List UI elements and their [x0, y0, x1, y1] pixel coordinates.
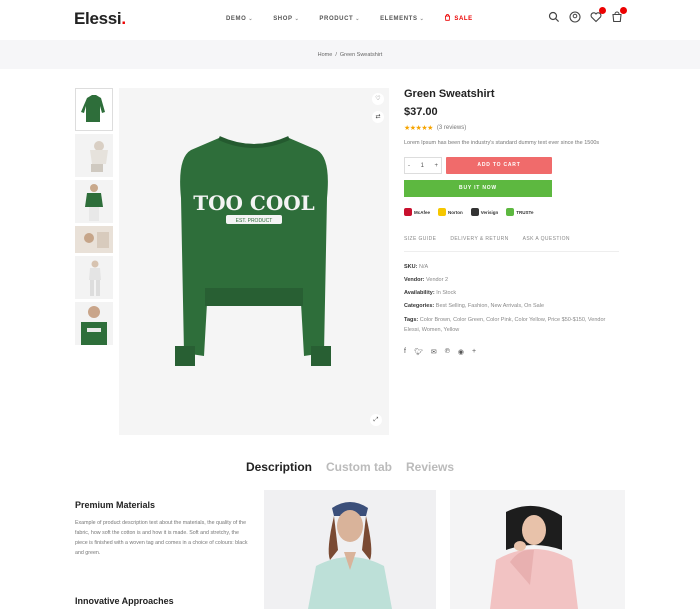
main-nav: DEMO ⌄ SHOP ⌄ PRODUCT ⌄ ELEMENTS ⌄ SALE	[226, 13, 493, 23]
qty-value[interactable]: 1	[421, 163, 424, 169]
header-actions	[548, 7, 627, 23]
product-info: Green Sweatshirt $37.00 ★★★★★ (3 reviews…	[404, 88, 619, 356]
chevron-down-icon: ⌄	[355, 15, 361, 22]
product-tabs: Description Custom tab Reviews	[0, 460, 700, 474]
thumbnail-6[interactable]	[75, 302, 113, 345]
wishlist-badge	[599, 7, 606, 14]
lifestyle-photo-2	[450, 490, 625, 609]
product-short-description: Lorem Ipsum has been the industry's stan…	[404, 140, 600, 146]
ask-question-link[interactable]: ASK A QUESTION	[523, 236, 570, 242]
compare-icon[interactable]: ⇄	[372, 111, 384, 123]
print-main-text: TOO COOL	[193, 191, 315, 215]
sale-bag-icon	[444, 13, 451, 23]
quantity-stepper[interactable]: - 1 +	[404, 157, 442, 174]
tab-description[interactable]: Description	[246, 460, 312, 474]
more-icon[interactable]: +	[472, 348, 476, 356]
cart-icon[interactable]	[611, 7, 627, 23]
breadcrumb-home[interactable]: Home	[318, 52, 333, 58]
thumbnail-1[interactable]	[75, 88, 113, 131]
user-icon[interactable]	[569, 10, 581, 23]
meta-vendor: Vendor: Vendor 2	[404, 277, 449, 283]
verisign-badge: Verisign	[470, 208, 498, 216]
nav-item-elements[interactable]: ELEMENTS ⌄	[380, 14, 424, 23]
add-to-cart-button[interactable]: ADD TO CART	[446, 157, 552, 174]
description-paragraph-1: Example of product description text abou…	[75, 520, 248, 556]
meta-tags: Tags: Color Brown, Color Green, Color Pi…	[404, 317, 606, 333]
heart-icon[interactable]	[590, 7, 606, 23]
thumbnail-2[interactable]	[75, 134, 113, 177]
product-rating: ★★★★★ (3 reviews)	[404, 124, 619, 132]
breadcrumb-bar: Home / Green Sweatshirt	[0, 40, 700, 69]
add-to-cart-row: - 1 + ADD TO CART	[404, 157, 619, 174]
print-sub-text: EST. PRODUCT	[236, 218, 273, 224]
norton-badge: Norton	[438, 208, 463, 216]
product-meta: SKU: N/A Vendor: Vendor 2 Availability: …	[404, 261, 619, 335]
nav-item-product[interactable]: PRODUCT ⌄	[319, 14, 360, 23]
review-count[interactable]: (3 reviews)	[437, 125, 466, 131]
buy-now-button[interactable]: BUY IT NOW	[404, 180, 552, 197]
chevron-down-icon: ⌄	[294, 15, 300, 22]
breadcrumb: Home / Green Sweatshirt	[317, 52, 383, 58]
tab-reviews[interactable]: Reviews	[406, 460, 454, 474]
delivery-return-link[interactable]: DELIVERY & RETURN	[450, 236, 508, 242]
site-header: Elessi. DEMO ⌄ SHOP ⌄ PRODUCT ⌄ ELEMENTS ⌄ S…	[0, 0, 700, 40]
description-heading-2: Innovative Approaches	[75, 596, 174, 606]
thumbnail-3[interactable]	[75, 180, 113, 223]
site-logo[interactable]: Elessi.	[74, 9, 126, 29]
chevron-down-icon: ⌄	[419, 15, 425, 22]
search-icon[interactable]	[548, 10, 560, 23]
tab-custom[interactable]: Custom tab	[326, 460, 392, 474]
share-buttons: f 🐦︎ ✉ ℗ ◉ +	[404, 348, 619, 356]
meta-sku: SKU: N/A	[404, 264, 429, 270]
wishlist-icon[interactable]: ♡	[372, 93, 384, 105]
nav-item-sale[interactable]: SALE	[444, 13, 472, 23]
thumbnail-4[interactable]	[75, 226, 113, 253]
cart-badge	[620, 7, 627, 14]
trust-badges: McAfee Norton Verisign TRUSTe	[404, 208, 619, 216]
thumbnail-list	[75, 88, 113, 348]
twitter-icon[interactable]: 🐦︎	[414, 348, 423, 356]
meta-categories: Categories: Best Selling, Fashion, New A…	[404, 303, 545, 309]
truste-badge: TRUSTe	[506, 208, 533, 216]
nav-item-demo[interactable]: DEMO ⌄	[226, 14, 253, 23]
qty-minus-button[interactable]: -	[408, 163, 410, 169]
description-heading-1: Premium Materials	[75, 500, 156, 510]
product-title: Green Sweatshirt	[404, 88, 495, 100]
breadcrumb-current: Green Sweatshirt	[339, 52, 383, 58]
chevron-down-icon: ⌄	[248, 15, 254, 22]
meta-availability: Availability: In Stock	[404, 290, 457, 296]
pinterest-icon[interactable]: ℗	[445, 348, 450, 356]
lifestyle-photo-1	[264, 490, 436, 609]
thumbnail-5[interactable]	[75, 256, 113, 299]
sweatshirt-image: TOO COOL EST. PRODUCT	[175, 136, 331, 366]
mcafee-badge: McAfee	[404, 208, 430, 216]
size-guide-link[interactable]: SIZE GUIDE	[404, 236, 436, 242]
qty-plus-button[interactable]: +	[434, 163, 438, 169]
email-icon[interactable]: ✉	[431, 348, 437, 356]
facebook-icon[interactable]: f	[404, 348, 406, 356]
product-main-image[interactable]: TOO COOL EST. PRODUCT ♡ ⇄ ⤢	[119, 88, 389, 435]
star-rating-icon: ★★★★★	[404, 125, 433, 132]
zoom-icon[interactable]: ⤢	[370, 414, 382, 426]
messenger-icon[interactable]: ◉	[458, 348, 464, 356]
nav-item-shop[interactable]: SHOP ⌄	[273, 14, 299, 23]
product-price: $37.00	[404, 106, 438, 118]
product-extra-links: SIZE GUIDE DELIVERY & RETURN ASK A QUEST…	[404, 236, 619, 252]
